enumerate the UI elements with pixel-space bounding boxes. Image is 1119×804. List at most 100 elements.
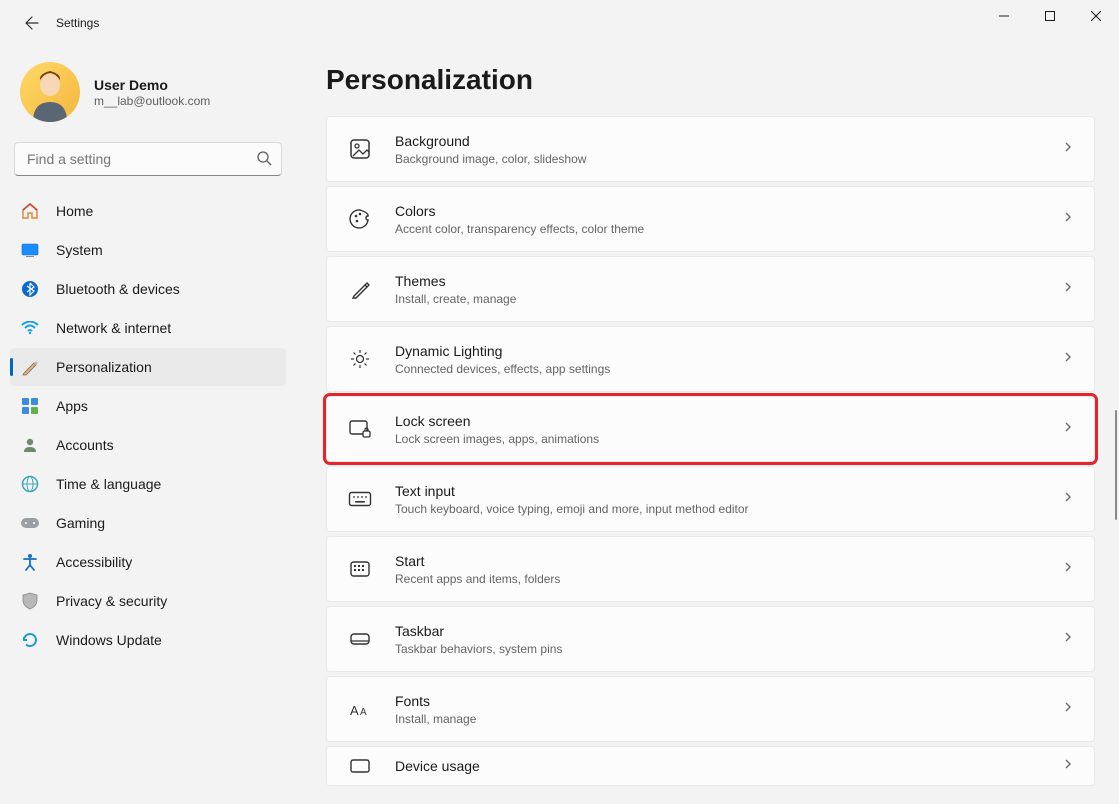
card-fonts[interactable]: AA Fonts Install, manage (326, 676, 1095, 742)
sidebar-item-home[interactable]: Home (10, 192, 286, 230)
back-button[interactable] (16, 7, 48, 39)
dynamic-lighting-icon (347, 346, 373, 372)
scrollbar-thumb[interactable] (1115, 410, 1117, 520)
card-subtitle: Touch keyboard, voice typing, emoji and … (395, 502, 1062, 516)
wifi-icon (20, 318, 40, 338)
device-usage-icon (347, 753, 373, 779)
card-title: Fonts (395, 692, 1062, 710)
card-device-usage[interactable]: Device usage (326, 746, 1095, 786)
card-subtitle: Install, manage (395, 712, 1062, 726)
accounts-icon (20, 435, 40, 455)
sidebar-item-label: Personalization (56, 359, 152, 375)
sidebar-item-label: Bluetooth & devices (56, 281, 180, 297)
chevron-right-icon (1062, 280, 1074, 298)
card-background[interactable]: BackgroundBackground image, color, slide… (326, 116, 1095, 182)
start-icon (347, 556, 373, 582)
bluetooth-icon (20, 279, 40, 299)
svg-text:A: A (360, 707, 367, 718)
chevron-right-icon (1062, 490, 1074, 508)
card-title: Lock screen (395, 412, 1062, 430)
chevron-right-icon (1062, 560, 1074, 578)
sidebar-item-personalization[interactable]: Personalization (10, 348, 286, 386)
themes-icon (347, 276, 373, 302)
card-text-input[interactable]: Text input Touch keyboard, voice typing, … (326, 466, 1095, 532)
search-input[interactable] (14, 142, 282, 176)
card-title: Start (395, 552, 1062, 570)
search-box[interactable] (14, 142, 282, 176)
sidebar-item-label: Home (56, 203, 93, 219)
accessibility-icon (20, 552, 40, 572)
card-title: Colors (395, 202, 1062, 220)
card-title: Device usage (395, 757, 1062, 775)
card-colors[interactable]: Colors Accent color, transparency effects… (326, 186, 1095, 252)
sidebar-item-windows-update[interactable]: Windows Update (10, 621, 286, 659)
avatar (20, 62, 80, 122)
card-title: Dynamic Lighting (395, 342, 1062, 360)
background-icon (347, 136, 373, 162)
sidebar-item-label: Network & internet (56, 320, 171, 336)
time-language-icon (20, 474, 40, 494)
page-title: Personalization (326, 64, 1095, 96)
fonts-icon: AA (347, 696, 373, 722)
home-icon (20, 201, 40, 221)
card-title: Text input (395, 482, 1062, 500)
sidebar-item-label: Privacy & security (56, 593, 167, 609)
minimize-button[interactable] (981, 0, 1027, 32)
card-title: Taskbar (395, 622, 1062, 640)
sidebar-item-label: Accounts (56, 437, 114, 453)
sidebar-item-label: System (56, 242, 103, 258)
sidebar-item-gaming[interactable]: Gaming (10, 504, 286, 542)
close-button[interactable] (1073, 0, 1119, 32)
chevron-right-icon (1062, 210, 1074, 228)
profile-block[interactable]: User Demo m__lab@outlook.com (6, 58, 290, 138)
card-title: Themes (395, 272, 1062, 290)
maximize-button[interactable] (1027, 0, 1073, 32)
apps-icon (20, 396, 40, 416)
back-arrow-icon (24, 15, 40, 31)
personalization-icon (20, 357, 40, 377)
search-icon (256, 150, 272, 171)
profile-email: m__lab@outlook.com (94, 94, 210, 108)
card-lock-screen[interactable]: Lock screenLock screen images, apps, ani… (326, 396, 1095, 462)
card-title: Background (395, 132, 1062, 150)
maximize-icon (1045, 11, 1055, 21)
sidebar-item-network[interactable]: Network & internet (10, 309, 286, 347)
sidebar-item-time-language[interactable]: Time & language (10, 465, 286, 503)
card-subtitle: Taskbar behaviors, system pins (395, 642, 1062, 656)
lock-screen-icon (347, 416, 373, 442)
gaming-icon (20, 513, 40, 533)
close-icon (1091, 11, 1101, 21)
sidebar-item-label: Accessibility (56, 554, 132, 570)
sidebar-item-label: Apps (56, 398, 88, 414)
card-subtitle: Recent apps and items, folders (395, 572, 1062, 586)
sidebar-item-label: Gaming (56, 515, 105, 531)
card-subtitle: Install, create, manage (395, 292, 1062, 306)
chevron-right-icon (1062, 630, 1074, 648)
card-subtitle: Accent color, transparency effects, colo… (395, 222, 1062, 236)
sidebar-item-privacy[interactable]: Privacy & security (10, 582, 286, 620)
card-themes[interactable]: Themes Install, create, manage (326, 256, 1095, 322)
sidebar-item-accounts[interactable]: Accounts (10, 426, 286, 464)
card-start[interactable]: Start Recent apps and items, folders (326, 536, 1095, 602)
svg-text:A: A (350, 703, 359, 718)
text-input-icon (347, 486, 373, 512)
sidebar-item-system[interactable]: System (10, 231, 286, 269)
sidebar: User Demo m__lab@outlook.com Home System… (0, 46, 302, 804)
sidebar-item-label: Windows Update (56, 632, 162, 648)
sidebar-item-bluetooth[interactable]: Bluetooth & devices (10, 270, 286, 308)
sidebar-item-label: Time & language (56, 476, 161, 492)
chevron-right-icon (1062, 700, 1074, 718)
chevron-right-icon (1062, 350, 1074, 368)
taskbar-icon (347, 626, 373, 652)
sidebar-item-accessibility[interactable]: Accessibility (10, 543, 286, 581)
chevron-right-icon (1062, 757, 1074, 775)
colors-icon (347, 206, 373, 232)
chevron-right-icon (1062, 140, 1074, 158)
sidebar-item-apps[interactable]: Apps (10, 387, 286, 425)
card-taskbar[interactable]: Taskbar Taskbar behaviors, system pins (326, 606, 1095, 672)
shield-icon (20, 591, 40, 611)
card-dynamic-lighting[interactable]: Dynamic Lighting Connected devices, effec… (326, 326, 1095, 392)
card-subtitle: Connected devices, effects, app settings (395, 362, 1062, 376)
main-content: Personalization BackgroundBackground ima… (302, 46, 1119, 804)
profile-name: User Demo (94, 77, 210, 93)
